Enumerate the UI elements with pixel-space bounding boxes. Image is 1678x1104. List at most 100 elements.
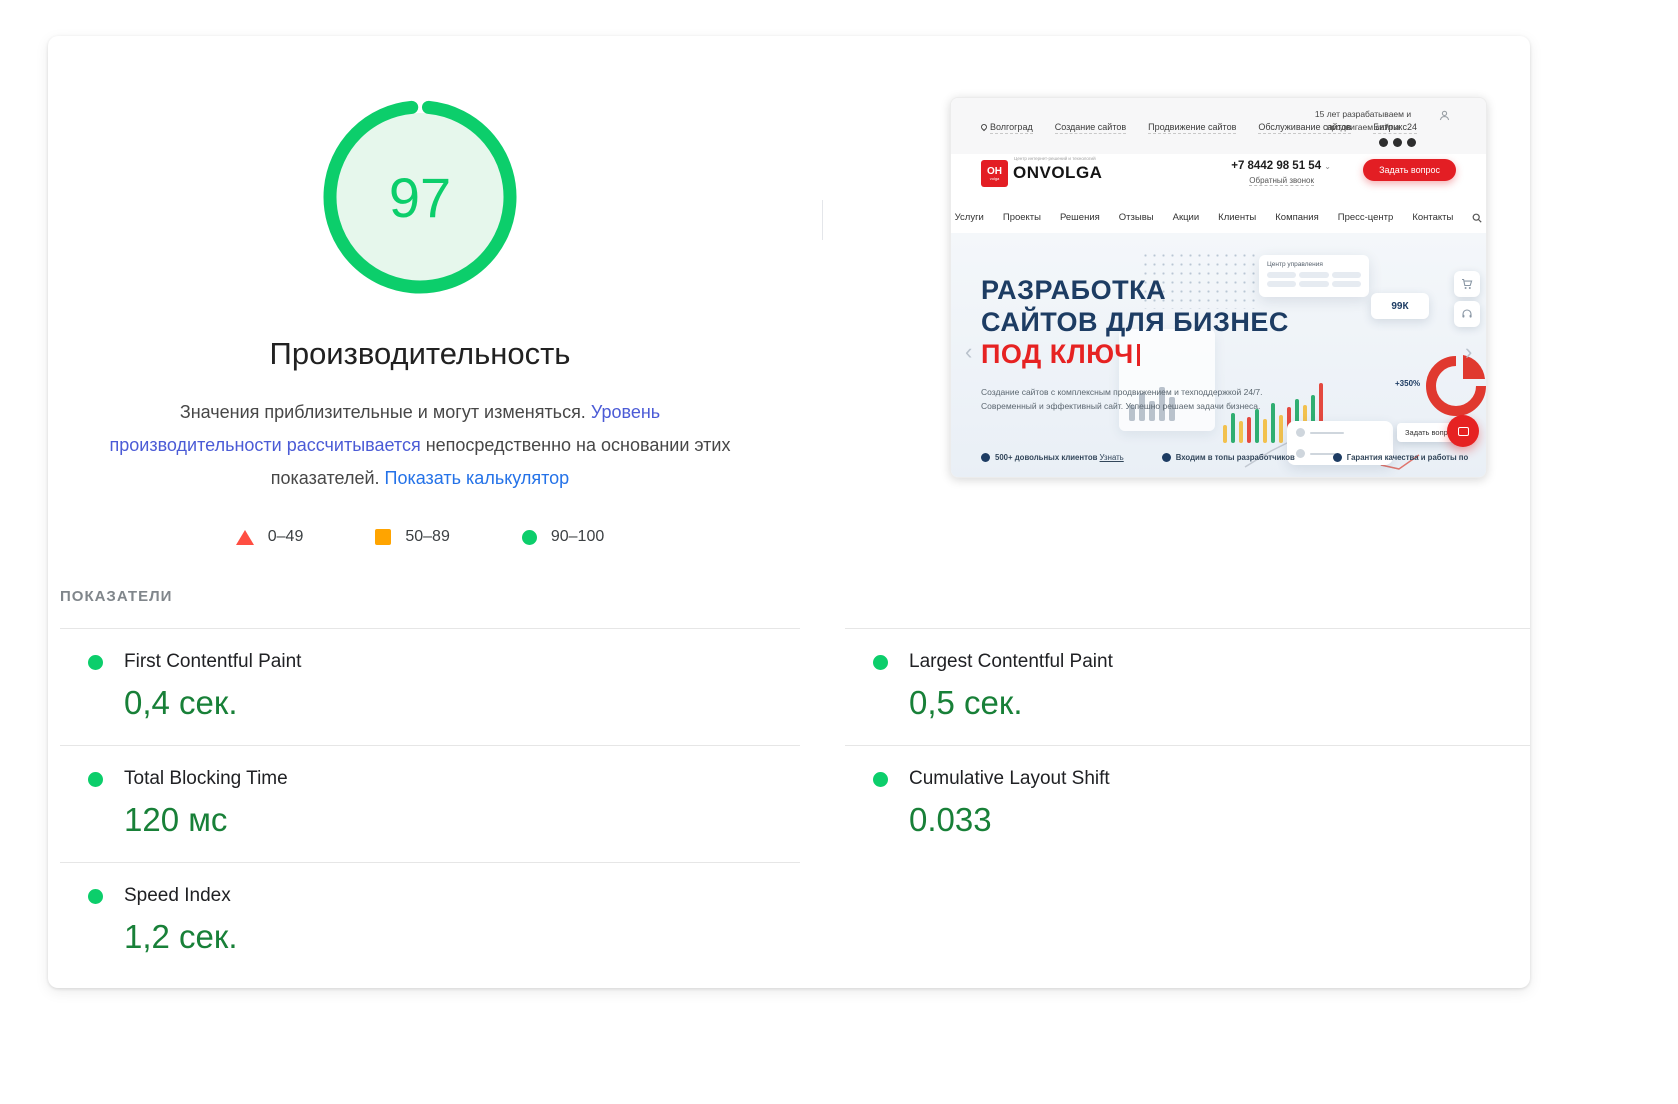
performance-card: 97 Производительность Значения приблизит… <box>48 36 1530 988</box>
social-dot-icon <box>1407 138 1416 147</box>
legend-label: 90–100 <box>551 528 604 546</box>
carousel-prev-icon: ‹ <box>965 341 972 363</box>
bullet-icon <box>981 453 990 462</box>
metric-value: 0,4 сек. <box>124 684 800 722</box>
control-panel-title: Центр управления <box>1267 261 1361 268</box>
thumb-topbar: Волгоград Создание сайтов Продвижение са… <box>951 98 1486 154</box>
topbar-link: Продвижение сайтов <box>1148 122 1236 134</box>
nav-item: Услуги <box>955 212 984 223</box>
legend-label: 0–49 <box>268 528 304 546</box>
social-dot-icon <box>1393 138 1402 147</box>
thumb-tagline: 15 лет разрабатываем и продвигаем сайты <box>1298 108 1428 134</box>
bar <box>1231 413 1235 443</box>
pass-dot-icon <box>88 655 103 670</box>
pass-dot-icon <box>88 889 103 904</box>
metric-row-fcp: First Contentful Paint 0,4 сек. <box>60 628 800 745</box>
performance-score: 97 <box>322 99 518 295</box>
metric-row-cls: Cumulative Layout Shift 0.033 <box>845 745 1530 862</box>
performance-description: Значения приблизительные и могут изменят… <box>100 396 740 495</box>
chevron-down-icon: ⌄ <box>1324 162 1331 171</box>
metrics-column-left: First Contentful Paint 0,4 сек. Total Bl… <box>60 628 800 979</box>
thumb-hero: РАЗРАБОТКА САЙТОВ ДЛЯ БИЗНЕС ПОД КЛЮЧ Со… <box>951 233 1487 478</box>
metrics-header: ПОКАЗАТЕЛИ <box>60 588 172 605</box>
topbar-link: Создание сайтов <box>1055 122 1126 134</box>
typing-cursor <box>1137 344 1140 366</box>
donut-chart-icon <box>1423 353 1487 419</box>
nav-item: Пресс-центр <box>1338 212 1394 223</box>
thumb-header: Центр интернет-решений и технологий ОНvo… <box>951 154 1486 202</box>
location-pin-icon <box>980 123 988 131</box>
thumb-nav: Услуги Проекты Решения Отзывы Акции Клие… <box>951 202 1486 233</box>
brand-logo: ОНvolga <box>981 160 1008 187</box>
callback-link: Обратный звонок <box>1249 176 1314 186</box>
bullet-item: 500+ довольных клиентов Узнать <box>981 453 1124 462</box>
metric-label: First Contentful Paint <box>124 651 800 673</box>
control-panel-card: Центр управления <box>1259 255 1369 297</box>
avatar <box>1296 428 1305 437</box>
legend-item-pass: 90–100 <box>522 528 604 546</box>
cart-icon <box>1461 278 1473 290</box>
person-icon <box>1439 110 1450 121</box>
pass-dot-icon <box>873 655 888 670</box>
show-calculator-link[interactable]: Показать калькулятор <box>385 468 570 488</box>
metric-value: 0.033 <box>909 801 1530 839</box>
pass-dot-icon <box>88 772 103 787</box>
bullet-icon <box>1162 453 1171 462</box>
performance-gauge: 97 <box>322 99 518 295</box>
metric-value: 120 мс <box>124 801 800 839</box>
carousel-next-icon: › <box>1465 341 1472 363</box>
metric-value: 1,2 сек. <box>124 918 800 956</box>
brand-name: ONVOLGA <box>1013 163 1102 183</box>
metric-row-tbt: Total Blocking Time 120 мс <box>60 745 800 862</box>
nav-item: Решения <box>1060 212 1100 223</box>
control-panel-chips <box>1267 272 1361 287</box>
metric-label: Speed Index <box>124 885 800 907</box>
headset-icon <box>1461 308 1473 320</box>
ask-question-button: Задать вопрос <box>1363 159 1456 181</box>
legend-item-fail: 0–49 <box>236 528 304 546</box>
hero-subtitle: Создание сайтов с комплексным продвижени… <box>981 385 1263 414</box>
metric-label: Largest Contentful Paint <box>909 651 1530 673</box>
growth-badge: +350% <box>1395 379 1420 388</box>
nav-item: Контакты <box>1412 212 1453 223</box>
chat-icon <box>1458 427 1469 436</box>
site-screenshot-thumbnail[interactable]: Волгоград Создание сайтов Продвижение са… <box>950 97 1487 478</box>
phone-number: +7 8442 98 51 54 ⌄ <box>1231 160 1331 172</box>
bar <box>1223 425 1227 443</box>
section-divider <box>822 200 823 240</box>
pass-circle-icon <box>522 530 537 545</box>
metric-label: Cumulative Layout Shift <box>909 768 1530 790</box>
social-dot-icon <box>1379 138 1388 147</box>
description-text-1: Значения приблизительные и могут изменят… <box>180 402 591 422</box>
nav-item: Отзывы <box>1119 212 1154 223</box>
hero-bullets: 500+ довольных клиентов Узнать Входим в … <box>981 453 1471 462</box>
metric-label: Total Blocking Time <box>124 768 800 790</box>
performance-title: Производительность <box>100 336 740 372</box>
location-label: Волгоград <box>981 122 1033 134</box>
legend-label: 50–89 <box>405 528 450 546</box>
bullet-icon <box>1333 453 1342 462</box>
hero-title-accent: ПОД КЛЮЧ <box>981 339 1134 369</box>
metric-value: 0,5 сек. <box>909 684 1530 722</box>
legend-item-average: 50–89 <box>375 528 450 546</box>
nav-item: Клиенты <box>1218 212 1256 223</box>
search-icon <box>1472 213 1482 223</box>
nav-item: Компания <box>1275 212 1318 223</box>
stat-badge: 99К <box>1371 293 1429 319</box>
average-square-icon <box>375 529 391 545</box>
metric-row-lcp: Largest Contentful Paint 0,5 сек. <box>845 628 1530 745</box>
metric-row-speed-index: Speed Index 1,2 сек. <box>60 862 800 979</box>
support-button <box>1454 301 1480 327</box>
brand-tagline: Центр интернет-решений и технологий <box>1014 156 1096 161</box>
metrics-column-right: Largest Contentful Paint 0,5 сек. Cumula… <box>845 628 1530 862</box>
bullet-item: Гарантия качества и работы по <box>1333 453 1469 462</box>
pagespeed-report: 97 Производительность Значения приблизит… <box>0 0 1678 1104</box>
score-legend: 0–49 50–89 90–100 <box>100 528 740 546</box>
bullet-item: Входим в топы разработчиков <box>1162 453 1295 462</box>
pass-dot-icon <box>873 772 888 787</box>
nav-item: Проекты <box>1003 212 1041 223</box>
cart-button <box>1454 271 1480 297</box>
chat-fab-button <box>1447 415 1479 447</box>
fail-triangle-icon <box>236 530 254 545</box>
social-icons <box>1379 138 1416 147</box>
